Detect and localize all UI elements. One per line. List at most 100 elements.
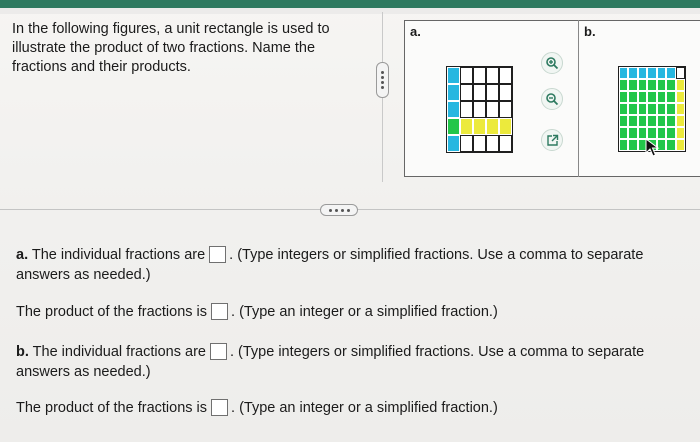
- question-b-product-label: The product of the fractions is: [16, 400, 208, 416]
- figure-divider: [578, 20, 579, 177]
- grid-cell: [447, 135, 460, 152]
- grid-cell: [666, 127, 676, 139]
- grid-cell: [460, 84, 473, 101]
- grid-cell: [628, 79, 638, 91]
- pop-out-icon: [546, 134, 558, 146]
- horizontal-splitter-handle[interactable]: [320, 204, 358, 216]
- grid-cell: [486, 118, 499, 135]
- grid-cell: [460, 101, 473, 118]
- grid-cell: [656, 91, 667, 103]
- grid-cell: [628, 103, 638, 115]
- grid-cell: [619, 79, 629, 91]
- zoom-in-button[interactable]: [541, 52, 563, 74]
- grid-cell: [637, 91, 648, 103]
- answer-a-product-input[interactable]: [211, 303, 229, 320]
- question-a-fractions-hint: . (Type integers or simplified fractions…: [229, 247, 644, 263]
- grid-cell: [666, 139, 676, 151]
- grid-cell: [647, 103, 657, 115]
- grid-cell: [656, 79, 667, 91]
- zoom-in-icon: [546, 57, 559, 70]
- grid-cell: [647, 91, 657, 103]
- grid-cell: [460, 67, 473, 84]
- zoom-out-icon: [546, 93, 559, 106]
- question-a-fractions-hint-line2: answers as needed.): [16, 267, 151, 283]
- grid-cell: [499, 135, 512, 152]
- grid-cell: [619, 91, 629, 103]
- grid-cell: [675, 139, 685, 151]
- grid-cell: [628, 115, 638, 127]
- grid-cell: [656, 67, 667, 79]
- grid-cell: [637, 67, 648, 79]
- answer-b-product-input[interactable]: [211, 399, 229, 416]
- question-b-fractions: b. The individual fractions are . (Type i…: [16, 342, 644, 362]
- grid-cell: [486, 101, 499, 118]
- question-a-product-hint: . (Type an integer or a simplified fract…: [231, 304, 498, 320]
- grid-cell: [473, 84, 486, 101]
- grid-cell: [473, 101, 486, 118]
- grid-cell: [666, 103, 676, 115]
- question-b-prefix: b.: [16, 344, 29, 360]
- figure-b-label: b.: [584, 24, 596, 39]
- grid-cell: [675, 115, 685, 127]
- grid-cell: [499, 67, 512, 84]
- question-a-fractions: a. The individual fractions are . (Type i…: [16, 245, 643, 265]
- question-b-product-hint: . (Type an integer or a simplified fract…: [231, 400, 498, 416]
- grid-cell: [619, 139, 629, 151]
- grid-cell: [656, 115, 667, 127]
- grid-cell: [473, 135, 486, 152]
- grid-cell: [499, 84, 512, 101]
- question-a-prefix: a.: [16, 247, 29, 263]
- grid-cell: [647, 115, 657, 127]
- grid-cell: [647, 79, 657, 91]
- grid-cell: [499, 101, 512, 118]
- question-a-fractions-label: The individual fractions are: [31, 247, 206, 263]
- grid-cell: [656, 103, 667, 115]
- grid-cell: [637, 79, 648, 91]
- grid-cell: [628, 67, 638, 79]
- header-bar: [0, 0, 700, 8]
- grid-cell: [619, 67, 629, 79]
- grid-cell: [619, 115, 629, 127]
- grid-cell: [460, 135, 473, 152]
- grid-cell: [473, 67, 486, 84]
- grid-cell: [486, 135, 499, 152]
- question-b-product: The product of the fractions is . (Type a…: [16, 398, 498, 418]
- answer-b-fractions-input[interactable]: [209, 343, 227, 360]
- figure-a-label: a.: [410, 24, 421, 39]
- grid-cell: [486, 67, 499, 84]
- grid-cell: [447, 67, 460, 84]
- question-b-fractions-hint: . (Type integers or simplified fractions…: [229, 344, 645, 360]
- grid-cell: [637, 103, 648, 115]
- mouse-cursor-icon: [645, 138, 660, 157]
- grid-cell: [460, 118, 473, 135]
- grid-cell: [628, 91, 638, 103]
- header-strip: [0, 8, 700, 14]
- grid-cell: [499, 118, 512, 135]
- question-b-fractions-hint-line2: answers as needed.): [16, 364, 151, 380]
- grid-cell: [628, 127, 638, 139]
- grid-cell: [675, 103, 685, 115]
- question-a-product-label: The product of the fractions is: [16, 304, 208, 320]
- grid-cell: [619, 103, 629, 115]
- grid-cell: [447, 101, 460, 118]
- grid-cell: [637, 115, 648, 127]
- vertical-splitter-handle[interactable]: [376, 62, 389, 98]
- grid-cell: [619, 127, 629, 139]
- grid-cell: [675, 79, 685, 91]
- question-b-fractions-label: The individual fractions are: [32, 344, 206, 360]
- grid-cell: [647, 67, 657, 79]
- pop-out-button[interactable]: [541, 129, 563, 151]
- grid-cell: [675, 127, 685, 139]
- grid-cell: [666, 79, 676, 91]
- grid-cell: [675, 91, 685, 103]
- question-prompt: In the following figures, a unit rectang…: [12, 21, 330, 75]
- grid-cell: [666, 91, 676, 103]
- answer-a-fractions-input[interactable]: [209, 246, 227, 263]
- grid-cell: [473, 118, 486, 135]
- grid-cell: [666, 67, 676, 79]
- grid-cell: [628, 139, 638, 151]
- zoom-out-button[interactable]: [541, 88, 563, 110]
- grid-cell: [447, 118, 460, 135]
- grid-cell: [486, 84, 499, 101]
- grid-cell: [675, 67, 685, 79]
